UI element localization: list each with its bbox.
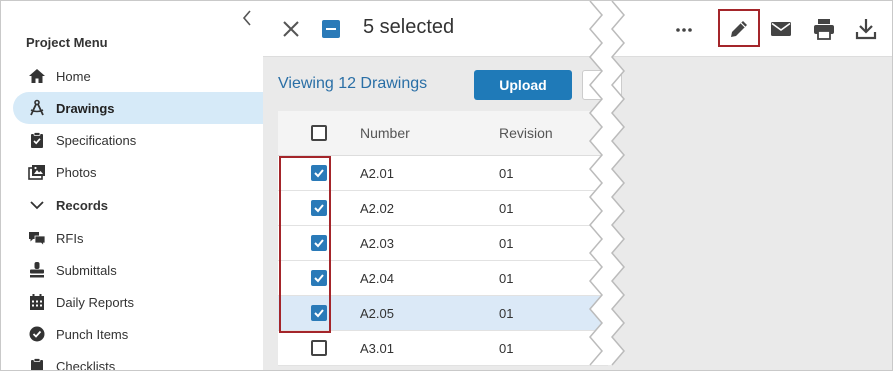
more-button[interactable] [666, 11, 702, 47]
table-row[interactable]: A3.01 01 [278, 331, 608, 366]
upload-button[interactable]: Upload [474, 70, 572, 100]
checkmark-icon [314, 204, 324, 213]
sidebar-item-rfis[interactable]: RFIs [13, 222, 263, 254]
edit-button[interactable] [721, 11, 757, 47]
specifications-icon [27, 130, 47, 150]
more-icon [676, 28, 692, 32]
home-icon [27, 66, 47, 86]
sidebar-item-label: RFIs [56, 230, 84, 246]
header-checkbox[interactable] [311, 125, 327, 141]
chevron-down-icon [27, 195, 47, 215]
chevron-left-icon [242, 10, 251, 26]
select-all-checkbox[interactable] [322, 20, 340, 38]
table-row[interactable]: A2.02 01 [278, 191, 608, 226]
mail-icon [771, 22, 791, 36]
drawing-number: A2.01 [360, 165, 394, 181]
sidebar-item-specifications[interactable]: Specifications [13, 124, 263, 156]
row-checkbox[interactable] [311, 340, 327, 356]
sidebar-item-submittals[interactable]: Submittals [13, 254, 263, 286]
checkmark-icon [314, 169, 324, 178]
app-window: Project Menu Home Drawings Specification… [0, 0, 893, 371]
row-checkbox[interactable] [311, 270, 327, 286]
drawings-table: Number Revision A2.01 01 A2.02 01 A2.03 01 A2.… [278, 111, 608, 366]
table-row[interactable]: A2.05 01 [278, 296, 608, 331]
drawing-number: A2.05 [360, 305, 394, 321]
row-checkbox[interactable] [311, 305, 327, 321]
row-checkbox[interactable] [311, 165, 327, 181]
sidebar-item-label: Checklists [56, 358, 116, 371]
sidebar-item-label: Home [56, 68, 91, 84]
download-button[interactable] [848, 11, 884, 47]
collapse-sidebar-button[interactable] [237, 7, 257, 29]
drawing-number: A2.02 [360, 200, 394, 216]
selected-count: 5 selected [363, 16, 455, 38]
calendar-icon [27, 292, 47, 312]
drawings-icon [27, 98, 47, 118]
project-menu-title: Project Menu [26, 35, 108, 50]
torn-edge-separator [589, 1, 625, 366]
print-icon [814, 19, 834, 40]
sidebar-item-photos[interactable]: Photos [13, 156, 263, 188]
sidebar-item-label: Daily Reports [56, 294, 135, 310]
drawing-number: A2.04 [360, 270, 394, 286]
sidebar-section-records[interactable]: Records [13, 189, 263, 221]
checkmark-icon [314, 309, 324, 318]
checkmark-icon [314, 239, 324, 248]
viewing-count: Viewing 12 Drawings [278, 75, 428, 92]
sidebar: Project Menu Home Drawings Specification… [1, 1, 263, 371]
sidebar-item-daily-reports[interactable]: Daily Reports [13, 286, 263, 318]
action-toolbar [631, 1, 892, 57]
rfis-icon [27, 228, 47, 248]
check-circle-icon [27, 324, 47, 344]
table-row[interactable]: A2.04 01 [278, 261, 608, 296]
sidebar-item-checklists[interactable]: Checklists [13, 350, 263, 371]
sidebar-item-label: Submittals [56, 262, 117, 278]
email-button[interactable] [763, 11, 799, 47]
submittals-icon [27, 260, 47, 280]
pencil-icon [731, 21, 747, 37]
clipboard-icon [27, 356, 47, 370]
row-checkbox[interactable] [311, 235, 327, 251]
sidebar-item-punch-items[interactable]: Punch Items [13, 318, 263, 350]
sidebar-item-label: Specifications [56, 132, 137, 148]
checkmark-icon [314, 274, 324, 283]
column-header-number[interactable]: Number [360, 125, 499, 141]
table-row[interactable]: A2.03 01 [278, 226, 608, 261]
sidebar-item-label: Records [56, 197, 109, 213]
table-header: Number Revision [278, 111, 608, 156]
sidebar-item-label: Punch Items [56, 326, 129, 342]
sidebar-item-drawings[interactable]: Drawings [13, 92, 263, 124]
download-icon [855, 19, 877, 40]
drawing-number: A3.01 [360, 340, 394, 356]
sidebar-item-home[interactable]: Home [13, 60, 263, 92]
row-checkbox[interactable] [311, 200, 327, 216]
print-button[interactable] [806, 11, 842, 47]
preview-pane [631, 57, 892, 370]
close-selection-button[interactable] [279, 17, 303, 41]
table-row[interactable]: A2.01 01 [278, 156, 608, 191]
sidebar-item-label: Drawings [56, 100, 115, 116]
sidebar-item-label: Photos [56, 164, 97, 180]
close-icon [283, 21, 299, 37]
drawing-number: A2.03 [360, 235, 394, 251]
photos-icon [27, 162, 47, 182]
